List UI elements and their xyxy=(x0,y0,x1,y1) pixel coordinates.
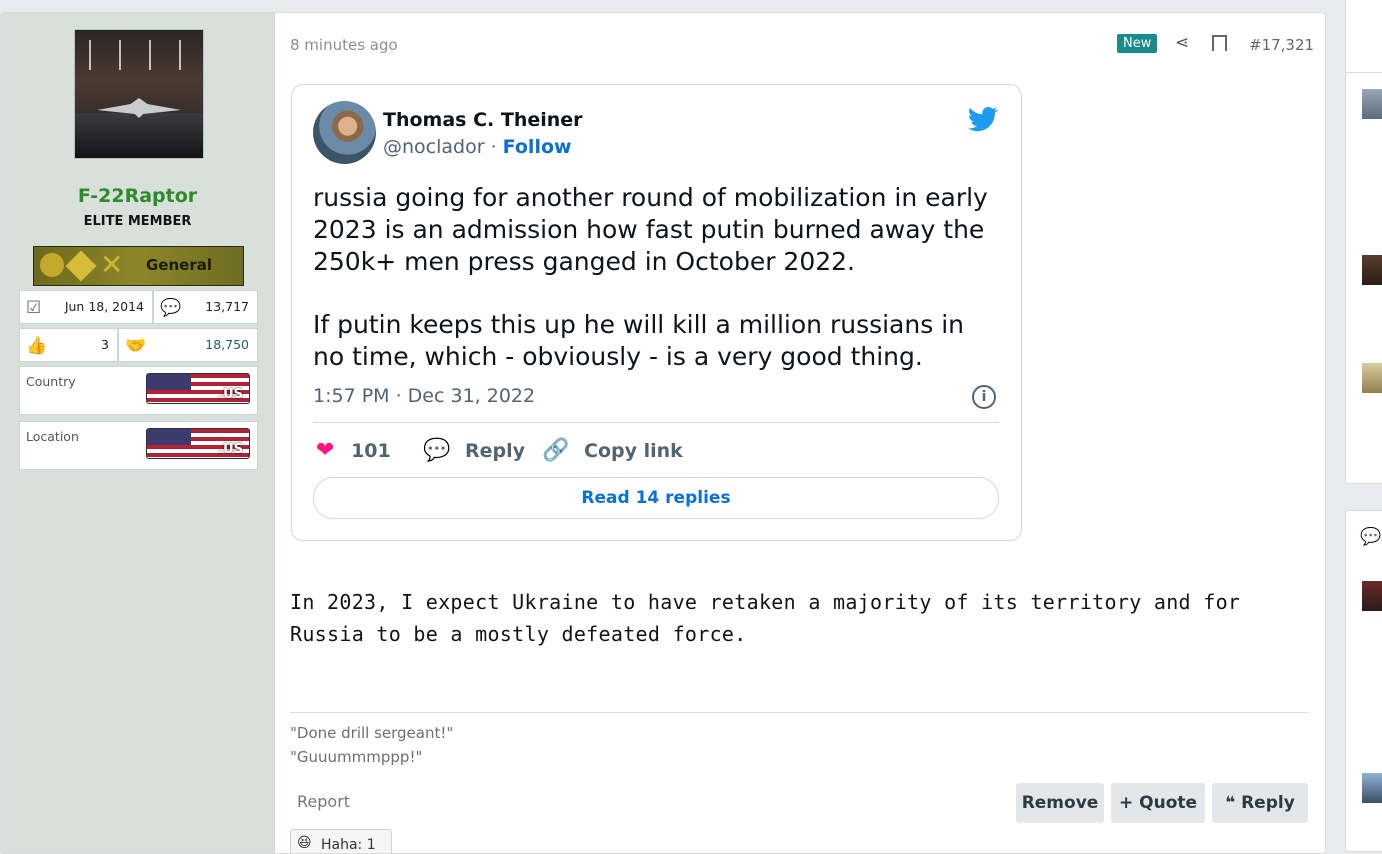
sidebar-block xyxy=(1345,72,1382,484)
post-body: In 2023, I expect Ukraine to have retake… xyxy=(290,590,1241,646)
calendar-check-icon: ☑ xyxy=(26,298,42,318)
signature-line: "Guuummmppp!" xyxy=(290,748,423,766)
user-pane: F-22Raptor ELITE MEMBER ✕ General ☑ Jun … xyxy=(1,13,275,853)
tweet-handle-text[interactable]: @noclador xyxy=(383,136,485,158)
tweet-date[interactable]: 1:57 PM · Dec 31, 2022 xyxy=(313,385,535,407)
joined-value: Jun 18, 2014 xyxy=(64,299,144,314)
points-stat: 🤝 18,750 xyxy=(118,328,258,362)
rank-crossed-swords-icon: ✕ xyxy=(100,248,124,281)
quote-button[interactable]: + Quote xyxy=(1111,783,1205,823)
tweet-paragraph: If putin keeps this up he will kill a mi… xyxy=(313,310,964,371)
info-icon[interactable]: i xyxy=(972,385,996,409)
laughing-emoji-icon: 😆 xyxy=(297,835,312,851)
tweet-paragraph: russia going for another round of mobili… xyxy=(313,183,988,276)
reply-button[interactable]: ❝ Reply xyxy=(1212,783,1308,823)
thread-thumbnail[interactable] xyxy=(1362,581,1382,611)
location-label: Location xyxy=(26,429,79,444)
tweet-author-name[interactable]: Thomas C. Theiner xyxy=(383,109,583,131)
quote-label: Quote xyxy=(1139,793,1198,813)
new-badge: New xyxy=(1117,34,1158,53)
signature-line: "Done drill sergeant!" xyxy=(290,724,454,742)
comments-icon: 💬 xyxy=(1360,527,1382,547)
joined-stat: ☑ Jun 18, 2014 xyxy=(19,290,153,324)
messages-stat: 💬 13,717 xyxy=(153,290,258,324)
tweet-author-handle: @noclador · Follow xyxy=(383,136,572,158)
thread-thumbnail[interactable] xyxy=(1362,363,1382,393)
link-icon: 🔗 xyxy=(542,438,570,463)
post-container: F-22Raptor ELITE MEMBER ✕ General ☑ Jun … xyxy=(0,12,1326,854)
sidebar-block: 💬 xyxy=(1345,510,1382,852)
bookmark-icon[interactable] xyxy=(1212,35,1227,51)
signature: "Done drill sergeant!" "Guuummmppp!" xyxy=(290,721,453,769)
tweet-text: russia going for another round of mobili… xyxy=(313,182,993,404)
reaction-value: 3 xyxy=(101,337,109,352)
comments-icon: 💬 xyxy=(160,298,182,318)
speech-bubble-icon: 💬 xyxy=(423,438,451,463)
rank-label: General xyxy=(146,256,212,274)
tweet-divider xyxy=(313,422,999,423)
right-sidebar: 💬 xyxy=(1345,0,1382,852)
username-link[interactable]: F-22Raptor xyxy=(1,185,274,207)
rank-emblem-icon xyxy=(40,253,64,277)
rank-banner: ✕ General xyxy=(33,246,244,286)
sidebar-block xyxy=(1345,0,1382,74)
thread-thumbnail[interactable] xyxy=(1362,773,1382,803)
report-link[interactable]: Report xyxy=(297,792,350,811)
embedded-tweet: Thomas C. Theiner @noclador · Follow rus… xyxy=(291,84,1022,541)
us-flag-icon: .US xyxy=(146,428,250,459)
like-action[interactable]: ❤ 101 xyxy=(316,438,391,463)
post-number[interactable]: #17,321 xyxy=(1249,36,1314,54)
post-main: 8 minutes ago New ⋖ #17,321 Thomas C. Th… xyxy=(290,13,1314,853)
rank-diamond-icon xyxy=(65,250,97,282)
us-flag-icon: .US xyxy=(146,373,250,404)
thread-thumbnail[interactable] xyxy=(1362,255,1382,285)
thread-thumbnail[interactable] xyxy=(1362,89,1382,119)
share-icon[interactable]: ⋖ xyxy=(1175,33,1189,53)
follow-link[interactable]: Follow xyxy=(503,136,572,158)
country-label: Country xyxy=(26,374,76,389)
handshake-icon: 🤝 xyxy=(125,336,147,356)
remove-button[interactable]: Remove xyxy=(1016,783,1104,823)
user-title: ELITE MEMBER xyxy=(83,214,192,229)
like-count: 101 xyxy=(351,440,391,462)
reply-action[interactable]: 💬 Reply xyxy=(423,438,525,463)
thumbs-up-icon: 👍 xyxy=(26,336,48,356)
quote-marks-icon: ❝ xyxy=(1225,793,1236,813)
reply-button-label: Reply xyxy=(1241,793,1295,813)
read-replies-button[interactable]: Read 14 replies xyxy=(313,477,999,519)
plus-icon: + xyxy=(1118,793,1134,813)
reaction-stat: 👍 3 xyxy=(19,328,118,362)
copy-link-label: Copy link xyxy=(584,440,683,462)
post-time[interactable]: 8 minutes ago xyxy=(290,36,398,54)
points-value: 18,750 xyxy=(205,337,249,352)
country-field: Country .US xyxy=(19,366,258,415)
messages-value: 13,717 xyxy=(205,299,249,314)
reaction-text: Haha: 1 xyxy=(321,837,376,853)
tweet-author-avatar[interactable] xyxy=(313,101,376,164)
copy-link-action[interactable]: 🔗 Copy link xyxy=(542,438,683,463)
twitter-bird-icon[interactable] xyxy=(967,104,999,134)
location-field: Location .US xyxy=(19,421,258,470)
signature-divider xyxy=(290,712,1309,713)
reaction-summary[interactable]: 😆 Haha: 1 xyxy=(290,829,392,853)
heart-icon: ❤ xyxy=(316,438,335,463)
reply-label: Reply xyxy=(465,440,526,462)
user-avatar[interactable] xyxy=(74,29,204,159)
